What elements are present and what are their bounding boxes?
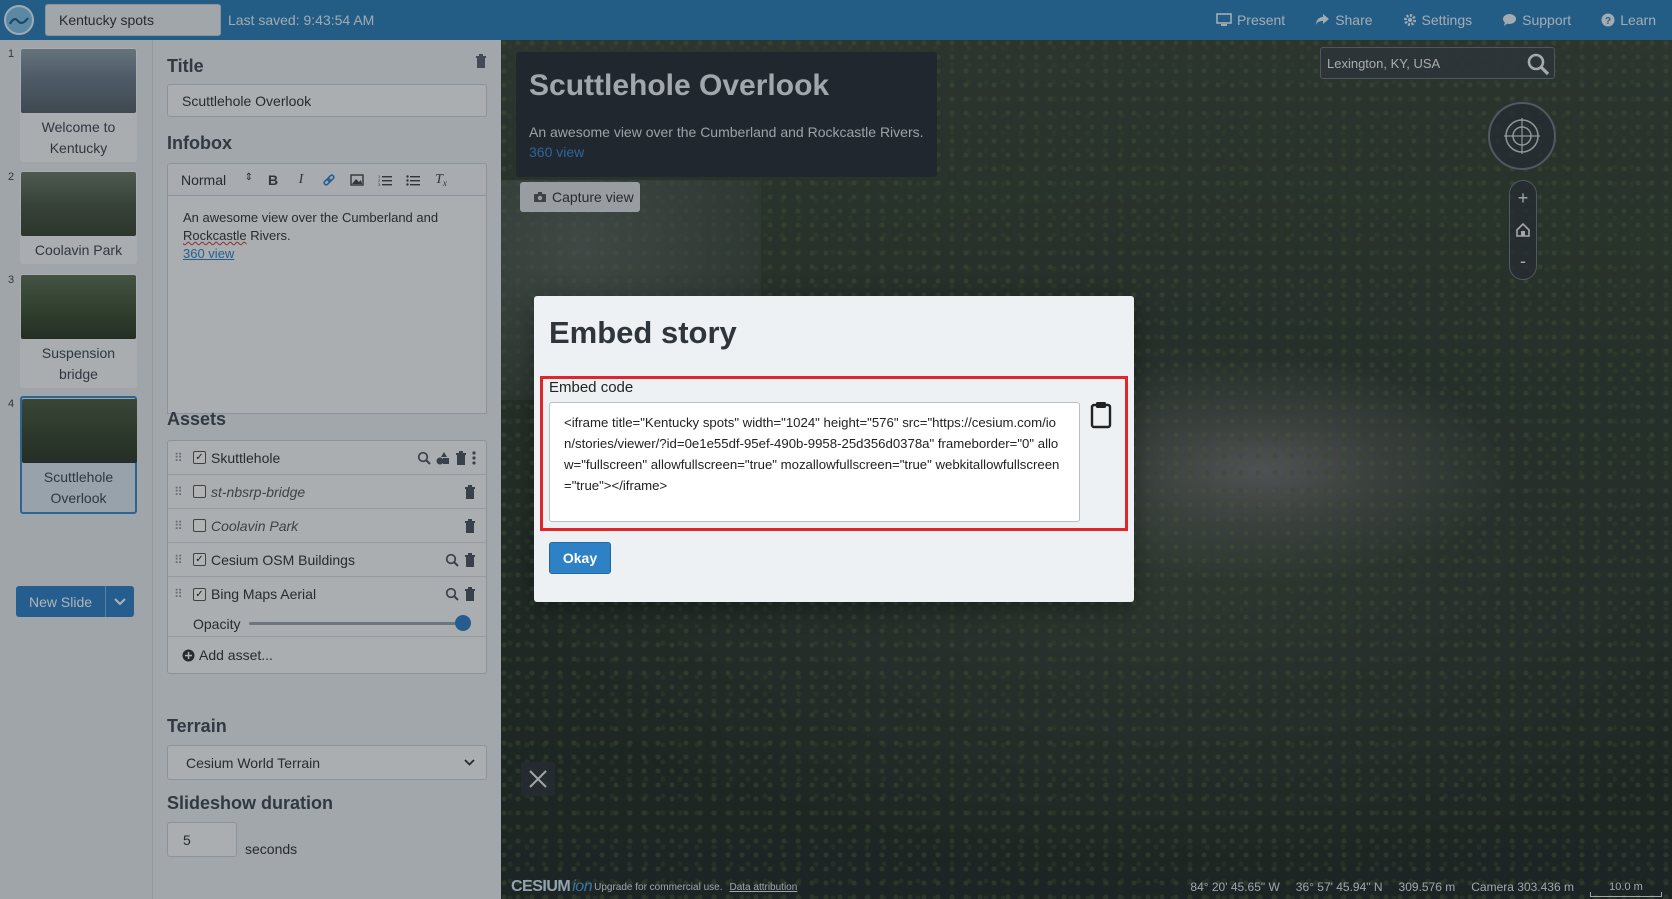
clipboard-icon[interactable] — [1090, 401, 1112, 429]
dialog-title: Embed story — [549, 315, 737, 350]
embed-code-textarea[interactable]: <iframe title="Kentucky spots" width="10… — [549, 402, 1080, 522]
embed-code-label: Embed code — [549, 379, 634, 396]
okay-button[interactable]: Okay — [549, 542, 611, 574]
embed-story-dialog: Embed story Embed code <iframe title="Ke… — [534, 296, 1134, 602]
